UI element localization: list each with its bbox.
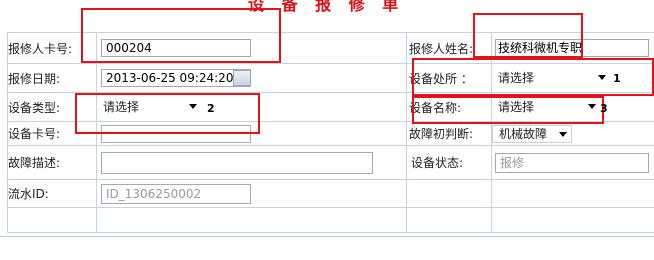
divider [0,236,654,237]
annotation-box [412,96,604,124]
repair-date-label: 报修日期: [7,63,97,93]
annotation-number: 1 [613,72,621,85]
fault-desc-label: 故障描述: [7,145,97,180]
fault-judgement-value: 机械故障 [499,126,548,141]
fault-judgement-label: 故障初判断: [406,121,492,146]
annotation-number: 3 [600,102,608,115]
device-status-label: 设备状态: [406,145,492,180]
device-status-input [495,152,649,173]
fault-desc-input[interactable] [101,151,373,174]
annotation-box [75,93,260,134]
serial-id-input [101,183,251,204]
fault-judgement-select[interactable]: 机械故障 [492,124,572,143]
annotation-box [81,8,281,63]
annotation-box [473,13,583,58]
annotation-number: 2 [207,102,215,115]
calendar-icon[interactable] [233,70,251,86]
serial-id-label: 流水ID: [7,179,97,208]
repair-date-input[interactable] [101,69,251,87]
chevron-down-icon [559,131,567,137]
